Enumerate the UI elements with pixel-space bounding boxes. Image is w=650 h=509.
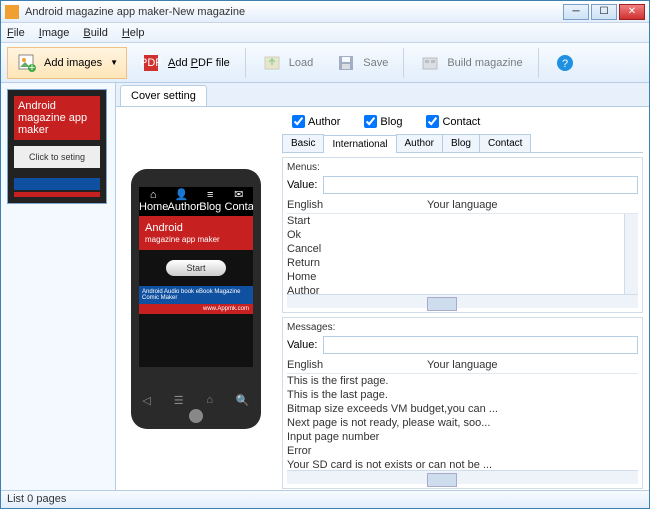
- list-item: Return: [287, 256, 638, 270]
- pdf-icon: PDF: [140, 52, 162, 74]
- menu-image[interactable]: Image: [39, 27, 70, 39]
- image-plus-icon: +: [16, 52, 38, 74]
- nav-author: 👤Author: [168, 190, 197, 213]
- list-item: This is the first page.: [287, 374, 638, 388]
- preview-start-button: Start: [166, 260, 226, 276]
- chevron-down-icon: ▼: [110, 58, 118, 67]
- list-item: This is the last page.: [287, 388, 638, 402]
- menu-file[interactable]: File: [7, 27, 25, 39]
- menus-value-input[interactable]: [323, 176, 638, 194]
- status-bar: List 0 pages: [1, 490, 649, 508]
- nav-blog: ≡Blog: [196, 190, 225, 213]
- svg-text:+: +: [29, 62, 35, 73]
- list-item: Cancel: [287, 242, 638, 256]
- check-blog[interactable]: Blog: [364, 115, 402, 128]
- tab-cover-setting[interactable]: Cover setting: [120, 85, 207, 106]
- title-bar: Android magazine app maker-New magazine …: [1, 1, 649, 23]
- phone-preview: ⌂Home 👤Author ≡Blog ✉Contact Android mag…: [131, 169, 261, 429]
- messages-value-input[interactable]: [323, 336, 638, 354]
- list-item: Home: [287, 270, 638, 284]
- svg-text:?: ?: [562, 58, 568, 70]
- subtab-contact[interactable]: Contact: [479, 134, 531, 152]
- add-pdf-button[interactable]: PDF Add PDF file: [131, 47, 239, 79]
- load-icon: [261, 52, 283, 74]
- help-button[interactable]: ?: [545, 47, 585, 79]
- build-magazine-button[interactable]: Build magazine: [410, 47, 531, 79]
- menus-list[interactable]: Start Ok Cancel Return Home Author Blog …: [287, 214, 638, 294]
- build-icon: [419, 52, 441, 74]
- list-item: Error: [287, 444, 638, 458]
- list-item: Start: [287, 214, 638, 228]
- window-title: Android magazine app maker-New magazine: [25, 6, 563, 18]
- app-icon: [5, 5, 19, 19]
- main-tabstrip: Cover setting: [116, 83, 649, 107]
- subtab-blog[interactable]: Blog: [442, 134, 480, 152]
- nav-home: ⌂Home: [139, 190, 168, 213]
- save-icon: [335, 52, 357, 74]
- list-item: Author: [287, 284, 638, 294]
- nav-contact: ✉Contact: [225, 190, 254, 213]
- close-button[interactable]: ✕: [619, 4, 645, 20]
- menu-bar: File Image Build Help: [1, 23, 649, 43]
- horizontal-scrollbar[interactable]: [287, 294, 638, 308]
- list-item: Bitmap size exceeds VM budget,you can ..…: [287, 402, 638, 416]
- check-contact[interactable]: Contact: [426, 115, 480, 128]
- list-item: Ok: [287, 228, 638, 242]
- save-button[interactable]: Save: [326, 47, 397, 79]
- list-item: Your SD card is not exists or can not be…: [287, 458, 638, 470]
- vertical-scrollbar[interactable]: [624, 214, 638, 294]
- settings-subtabs: Basic International Author Blog Contact: [282, 134, 643, 153]
- svg-text:PDF: PDF: [141, 57, 161, 69]
- subtab-basic[interactable]: Basic: [282, 134, 324, 152]
- phone-home-button: [189, 409, 203, 423]
- minimize-button[interactable]: ─: [563, 4, 589, 20]
- list-item: Input page number: [287, 430, 638, 444]
- messages-group: Messages: Value: English Your language T…: [282, 317, 643, 489]
- load-button[interactable]: Load: [252, 47, 322, 79]
- horizontal-scrollbar[interactable]: [287, 470, 638, 484]
- messages-list[interactable]: This is the first page. This is the last…: [287, 374, 638, 470]
- menus-group: Menus: Value: English Your language Star…: [282, 157, 643, 313]
- menu-build[interactable]: Build: [83, 27, 107, 39]
- add-images-button[interactable]: + Add images ▼: [7, 47, 127, 79]
- check-author[interactable]: Author: [292, 115, 340, 128]
- list-item: Next page is not ready, please wait, soo…: [287, 416, 638, 430]
- menu-help[interactable]: Help: [122, 27, 145, 39]
- subtab-international[interactable]: International: [323, 135, 396, 153]
- cover-thumbnail[interactable]: Android magazine app maker Click to seti…: [7, 89, 107, 204]
- maximize-button[interactable]: ☐: [591, 4, 617, 20]
- toolbar: + Add images ▼ PDF Add PDF file Load Sav…: [1, 43, 649, 83]
- help-icon: ?: [554, 52, 576, 74]
- page-list-sidebar: Android magazine app maker Click to seti…: [1, 83, 116, 490]
- subtab-author[interactable]: Author: [396, 134, 443, 152]
